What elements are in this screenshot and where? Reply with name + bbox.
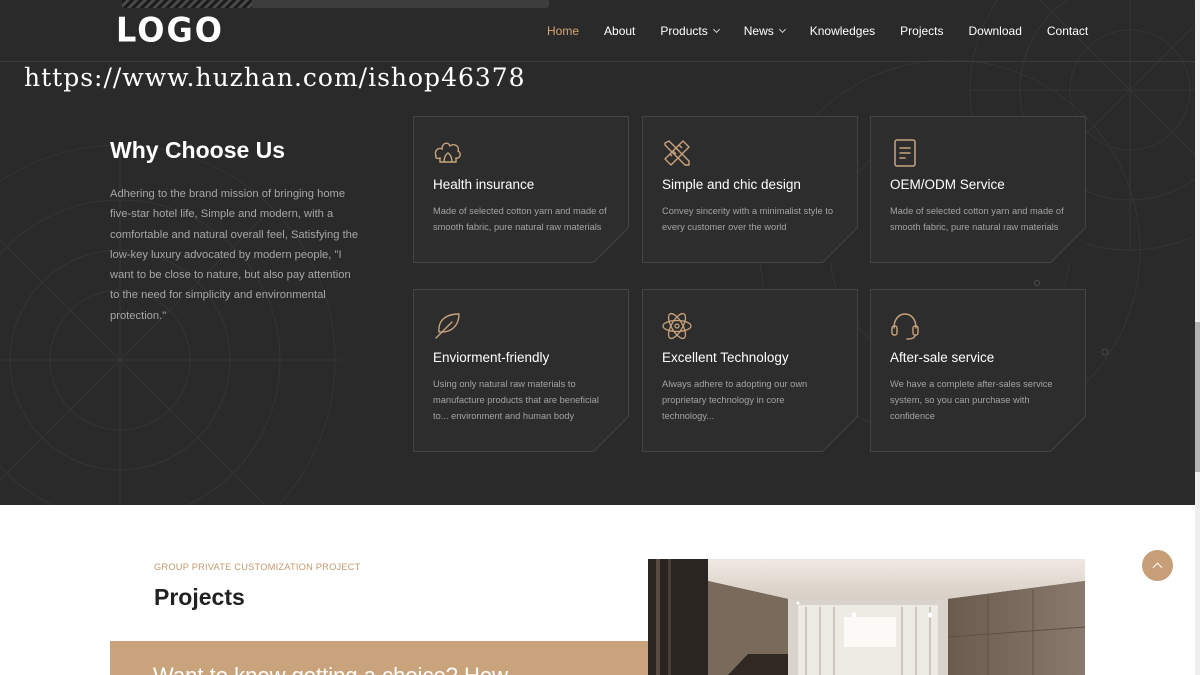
card-corner-cut (593, 416, 629, 452)
feature-card-oem-odm[interactable]: OEM/ODM Service Made of selected cotton … (870, 116, 1086, 263)
chevron-down-icon (712, 25, 720, 33)
section-title: Why Choose Us (110, 137, 286, 163)
card-title: After-sale service (890, 350, 995, 365)
card-text: Made of selected cotton yarn and made of… (433, 206, 607, 233)
card-title: Enviorment-friendly (433, 350, 550, 365)
atom-icon (662, 312, 692, 340)
nav-item-knowledges[interactable]: Knowledges (810, 24, 875, 38)
projects-eyebrow: GROUP PRIVATE CUSTOMIZATION PROJECT (154, 562, 361, 572)
nav-item-home[interactable]: Home (547, 24, 579, 38)
cotton-icon (434, 142, 461, 163)
card-text: Made of selected cotton yarn and made of… (890, 206, 1064, 233)
main-nav: Home About Products News Knowledges Proj… (534, 19, 1113, 43)
logo[interactable]: LOGO (116, 10, 224, 50)
back-to-top-button[interactable] (1142, 550, 1173, 581)
project-photo[interactable] (648, 559, 1085, 675)
card-corner-cut (1050, 227, 1086, 263)
card-corner-cut (822, 227, 858, 263)
card-corner-cut (822, 416, 858, 452)
feature-card-environment-friendly[interactable]: Enviorment-friendly Using only natural r… (413, 289, 629, 452)
nav-item-contact[interactable]: Contact (1047, 24, 1088, 38)
card-title: Excellent Technology (662, 350, 789, 365)
nav-item-about[interactable]: About (604, 24, 635, 38)
nav-item-download[interactable]: Download (969, 24, 1022, 38)
card-text: Always adhere to adopting our own propri… (662, 379, 808, 422)
card-text: Convey sincerity with a minimalist style… (662, 206, 834, 233)
card-corner-cut (1050, 416, 1086, 452)
chevron-down-icon (778, 25, 786, 33)
projects-banner: Want to know getting a choice? How (110, 641, 648, 675)
document-icon (894, 139, 916, 167)
projects-banner-text: Want to know getting a choice? How (153, 663, 508, 675)
site-header: LOGO Home About Products News Knowledges… (0, 0, 1200, 62)
projects-title: Projects (154, 584, 245, 610)
nav-item-news[interactable]: News (744, 24, 786, 38)
nav-item-projects[interactable]: Projects (900, 24, 943, 38)
card-title: Simple and chic design (662, 177, 801, 192)
chevron-up-icon (1152, 562, 1163, 573)
feature-card-after-sale[interactable]: After-sale service We have a complete af… (870, 289, 1086, 452)
watermark-url: https://www.huzhan.com/ishop46378 (24, 63, 526, 92)
section-description: Adhering to the brand mission of bringin… (110, 188, 359, 322)
card-corner-cut (593, 227, 629, 263)
headset-icon (891, 313, 919, 340)
why-choose-us-section: LOGO Home About Products News Knowledges… (0, 0, 1200, 505)
feature-card-excellent-technology[interactable]: Excellent Technology Always adhere to ad… (642, 289, 858, 452)
card-text: We have a complete after-sales service s… (890, 379, 1053, 422)
hotel-room-image (648, 559, 1085, 675)
card-title: Health insurance (433, 177, 535, 192)
nav-item-products[interactable]: Products (660, 24, 720, 38)
card-text: Using only natural raw materials to manu… (433, 379, 599, 422)
scrollbar-thumb[interactable] (1195, 322, 1200, 472)
leaf-icon (435, 313, 460, 339)
pencil-ruler-icon (664, 140, 690, 166)
feature-card-simple-design[interactable]: Simple and chic design Convey sincerity … (642, 116, 858, 263)
feature-card-health-insurance[interactable]: Health insurance Made of selected cotton… (413, 116, 629, 263)
card-title: OEM/ODM Service (890, 177, 1005, 192)
